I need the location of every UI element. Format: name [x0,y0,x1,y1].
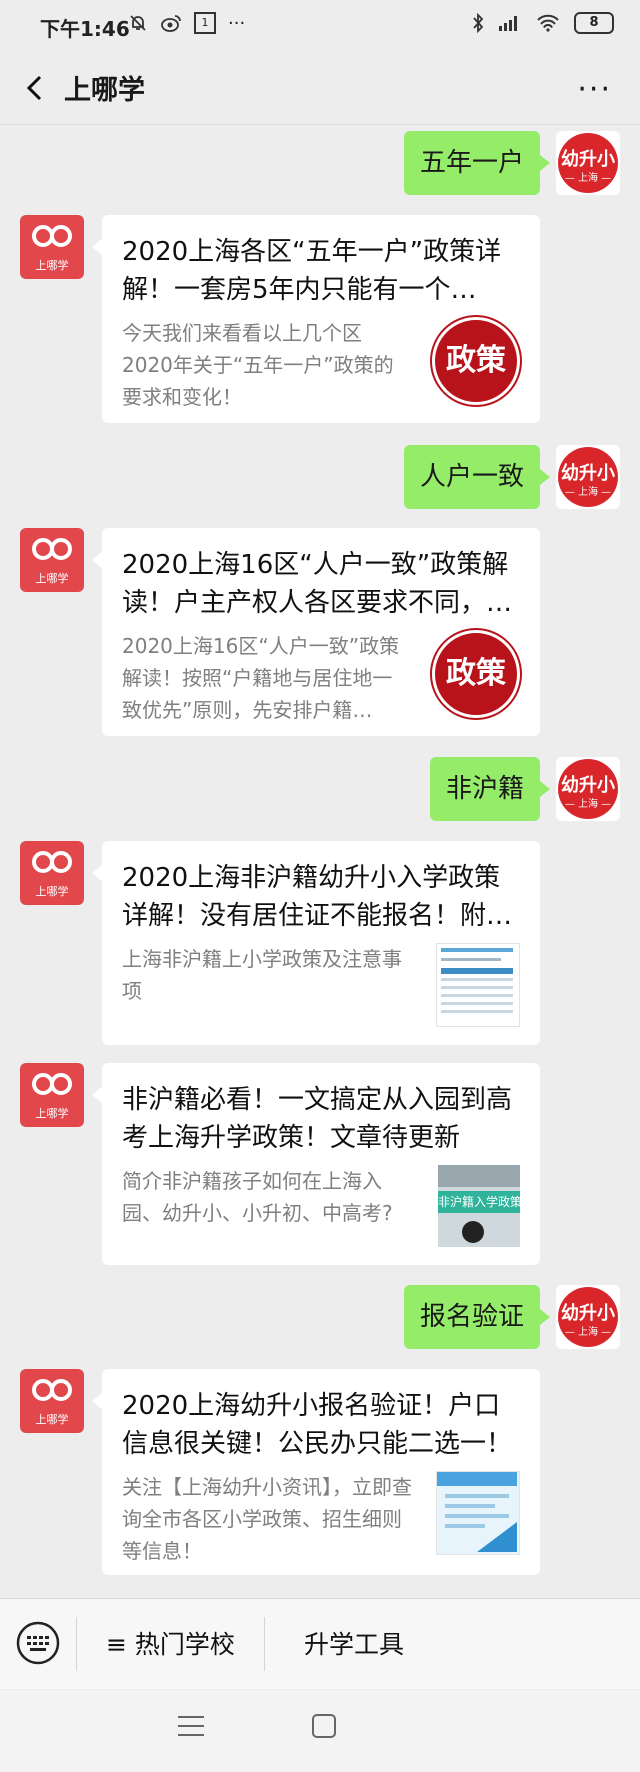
menu-divider [264,1617,265,1671]
article-thumbnail: 非沪籍入学政策解 [438,1165,520,1247]
recent-apps-icon[interactable] [178,1716,204,1743]
avatar-label: 上哪学 [35,259,69,272]
status-icons-right: 8 [472,12,614,34]
article-summary: 上海非沪籍上小学政策及注意事项 [122,947,402,1003]
infinity-logo-icon [32,538,72,560]
avatar-logo-subtext: — 上海 — [564,487,612,498]
document-preview-icon [441,948,513,1013]
article-title: 2020上海幼升小报名验证！户口信息很关键！公民办只能二选一！ [122,1391,513,1459]
bot-avatar[interactable]: 上哪学 [20,841,84,905]
wifi-icon [537,14,559,32]
avatar-label: 上哪学 [35,1107,69,1120]
avatar-logo-text: 幼升小 [561,149,615,170]
article-title: 非沪籍必看！一文搞定从入园到高考上海升学政策！文章待更新 [122,1085,513,1153]
message-row: 五年一户 幼升小 — 上海 — [0,131,640,197]
user-message[interactable]: 非沪籍 [429,757,551,821]
message-row: 上哪学 2020上海非沪籍幼升小入学政策详解！没有居住证不能报名！附… 上海非沪… [0,841,640,1046]
signal-icon [499,16,517,31]
article-summary: 关注【上海幼升小资讯】，立即查询全市各区小学政策、招生细则等信息！ [122,1475,412,1563]
bluetooth-icon [473,13,484,33]
article-title: 2020上海各区“五年一户”政策详解！一套房5年内只能有一个… [122,237,502,305]
message-row: 上哪学 非沪籍必看！一文搞定从入园到高考上海升学政策！文章待更新 简介非沪籍孩子… [0,1063,640,1268]
more-options-icon[interactable]: ··· [577,72,612,107]
bot-avatar[interactable]: 上哪学 [20,215,84,279]
thumbnail-caption: 非沪籍入学政策解 [438,1191,520,1213]
bot-avatar[interactable]: 上哪学 [20,1369,84,1433]
article-card[interactable]: 2020上海各区“五年一户”政策详解！一套房5年内只能有一个… 今天我们来看看以… [92,215,540,423]
avatar-label: 上哪学 [35,1413,69,1426]
article-summary: 简介非沪籍孩子如何在上海入园、幼升小、小升初、中高考? [122,1169,393,1225]
weibo-icon [161,15,181,32]
infinity-logo-icon [32,851,72,873]
home-icon[interactable] [312,1714,336,1738]
menu-hot-schools[interactable]: ≡ 热门学校 [106,1625,235,1661]
avatar-logo-text: 幼升小 [561,463,615,484]
avatar-logo-subtext: — 上海 — [564,173,612,184]
avatar-logo-subtext: — 上海 — [564,1327,612,1338]
user-message[interactable]: 五年一户 [403,131,551,195]
article-thumbnail [436,943,520,1027]
infinity-logo-icon [32,225,72,247]
menu-divider [76,1617,77,1671]
article-thumbnail: 政策 [432,630,520,718]
status-bar: 下午1:46 1 ··· 8 [0,0,640,52]
infinity-logo-icon [32,1379,72,1401]
message-row: 报名验证 幼升小 — 上海 — [0,1285,640,1351]
user-avatar[interactable]: 幼升小 — 上海 — [556,757,620,821]
avatar-logo-text: 幼升小 [561,1303,615,1324]
avatar-label: 上哪学 [35,885,69,898]
article-thumbnail [436,1471,520,1555]
page-title: 上哪学 [64,75,145,106]
calendar-icon: 1 [194,12,216,34]
message-row: 人户一致 幼升小 — 上海 — [0,445,640,511]
system-navigation-bar [0,1690,640,1772]
back-arrow-icon[interactable] [22,74,50,102]
article-summary: 2020上海16区“人户一致”政策解读！按照“户籍地与居住地一致优先”原则，先安… [122,634,400,722]
infinity-logo-icon [32,1073,72,1095]
article-card[interactable]: 非沪籍必看！一文搞定从入园到高考上海升学政策！文章待更新 简介非沪籍孩子如何在上… [92,1063,540,1265]
user-message[interactable]: 报名验证 [403,1285,551,1349]
avatar-logo-text: 幼升小 [561,775,615,796]
user-avatar[interactable]: 幼升小 — 上海 — [556,131,620,195]
article-card[interactable]: 2020上海16区“人户一致”政策解读！户主产权人各区要求不同，… 2020上海… [92,528,540,736]
menu-tools[interactable]: 升学工具 [304,1625,404,1661]
message-row: 非沪籍 幼升小 — 上海 — [0,757,640,823]
more-notifications-icon: ··· [228,12,246,34]
article-thumbnail: 政策 [432,317,520,405]
message-row: 上哪学 2020上海各区“五年一户”政策详解！一套房5年内只能有一个… 今天我们… [0,215,640,425]
nav-bar: 上哪学 ··· [0,52,640,125]
avatar-label: 上哪学 [35,572,69,585]
message-row: 上哪学 2020上海16区“人户一致”政策解读！户主产权人各区要求不同，… 20… [0,528,640,738]
article-title: 2020上海16区“人户一致”政策解读！户主产权人各区要求不同，… [122,550,513,618]
message-row: 上哪学 2020上海幼升小报名验证！户口信息很关键！公民办只能二选一！ 关注【上… [0,1369,640,1579]
user-avatar[interactable]: 幼升小 — 上海 — [556,445,620,509]
article-card[interactable]: 2020上海幼升小报名验证！户口信息很关键！公民办只能二选一！ 关注【上海幼升小… [92,1369,540,1575]
mute-bell-icon [130,15,146,31]
article-title: 2020上海非沪籍幼升小入学政策详解！没有居住证不能报名！附… [122,863,513,931]
bottom-menu: ≡ 热门学校 升学工具 [0,1598,640,1689]
bot-avatar[interactable]: 上哪学 [20,1063,84,1127]
form-preview-icon [437,1472,517,1552]
user-avatar[interactable]: 幼升小 — 上海 — [556,1285,620,1349]
user-message[interactable]: 人户一致 [403,445,551,509]
keyboard-icon[interactable] [16,1621,60,1665]
avatar-logo-subtext: — 上海 — [564,799,612,810]
status-time: 下午1:46 [40,17,130,41]
bot-avatar[interactable]: 上哪学 [20,528,84,592]
status-icons-left: 1 ··· [128,12,245,34]
battery-icon: 8 [574,12,614,34]
article-summary: 今天我们来看看以上几个区2020年关于“五年一户”政策的要求和变化！ [122,321,394,409]
article-card[interactable]: 2020上海非沪籍幼升小入学政策详解！没有居住证不能报名！附… 上海非沪籍上小学… [92,841,540,1045]
